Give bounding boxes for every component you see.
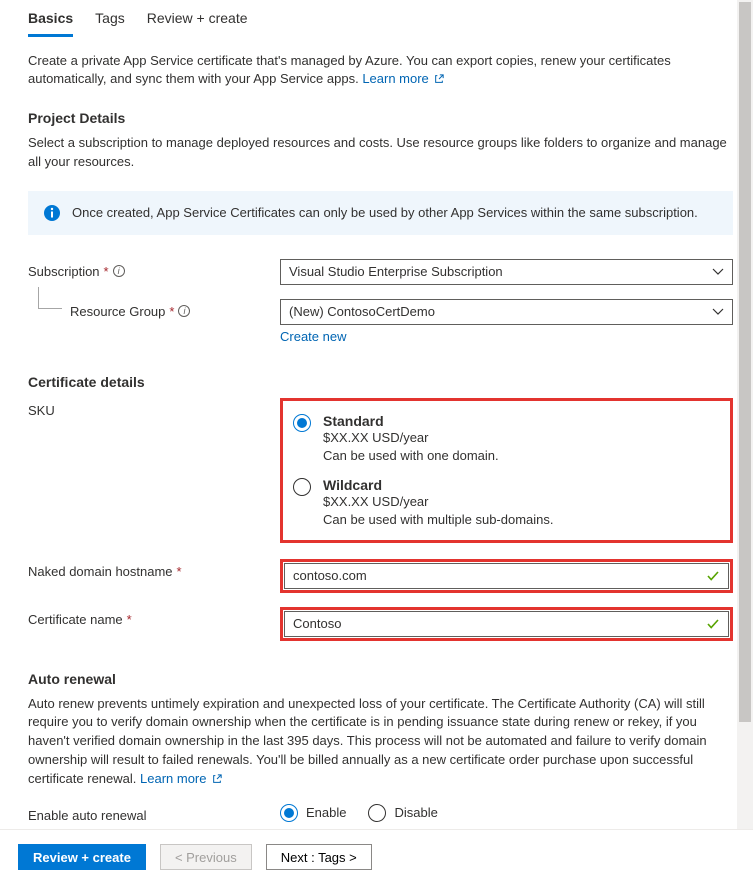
subscription-label-text: Subscription	[28, 264, 100, 279]
hint-icon[interactable]: i	[113, 265, 125, 277]
scrollbar[interactable]	[737, 0, 753, 830]
sku-label: SKU	[28, 398, 280, 418]
auto-enable-option[interactable]: Enable	[280, 803, 346, 822]
certname-highlight: Contoso	[280, 607, 733, 641]
auto-disable-label: Disable	[394, 805, 437, 820]
tab-basics[interactable]: Basics	[28, 4, 73, 37]
sku-radio-group: Standard $XX.XX USD/year Can be used wit…	[280, 398, 733, 543]
hostname-value: contoso.com	[293, 568, 367, 583]
resource-group-select[interactable]: (New) ContosoCertDemo	[280, 299, 733, 325]
auto-enable-radio[interactable]	[280, 804, 298, 822]
previous-button: < Previous	[160, 844, 252, 870]
certname-label: Certificate name *	[28, 607, 280, 627]
auto-disable-radio[interactable]	[368, 804, 386, 822]
hostname-highlight: contoso.com	[280, 559, 733, 593]
hostname-label-text: Naked domain hostname	[28, 564, 173, 579]
intro-body: Create a private App Service certificate…	[28, 53, 671, 86]
next-button[interactable]: Next : Tags >	[266, 844, 372, 870]
hostname-input[interactable]: contoso.com	[284, 563, 729, 589]
required-asterisk: *	[127, 612, 132, 627]
auto-learn-more-label: Learn more	[140, 771, 206, 786]
tree-connector	[38, 287, 62, 309]
sku-wildcard-price: $XX.XX USD/year	[323, 493, 554, 511]
subscription-select[interactable]: Visual Studio Enterprise Subscription	[280, 259, 733, 285]
tab-review-create[interactable]: Review + create	[147, 4, 248, 37]
enable-auto-label: Enable auto renewal	[28, 803, 280, 823]
hint-icon[interactable]: i	[178, 305, 190, 317]
sku-standard-title: Standard	[323, 413, 499, 429]
external-link-icon	[434, 74, 444, 84]
sku-standard-radio[interactable]	[293, 414, 311, 432]
certname-input[interactable]: Contoso	[284, 611, 729, 637]
tabs: Basics Tags Review + create	[28, 4, 733, 38]
certname-label-text: Certificate name	[28, 612, 123, 627]
certname-value: Contoso	[293, 616, 341, 631]
sku-standard-price: $XX.XX USD/year	[323, 429, 499, 447]
review-create-button[interactable]: Review + create	[18, 844, 146, 870]
chevron-down-icon	[712, 268, 724, 276]
tab-tags[interactable]: Tags	[95, 4, 125, 37]
sku-wildcard-desc: Can be used with multiple sub-domains.	[323, 511, 554, 529]
sku-wildcard-title: Wildcard	[323, 477, 554, 493]
chevron-down-icon	[712, 308, 724, 316]
certificate-details-heading: Certificate details	[28, 374, 733, 390]
learn-more-link[interactable]: Learn more	[362, 71, 444, 86]
required-asterisk: *	[169, 304, 174, 319]
resource-group-label: Resource Group * i	[28, 299, 280, 319]
subscription-value: Visual Studio Enterprise Subscription	[289, 264, 503, 279]
auto-enable-label: Enable	[306, 805, 346, 820]
required-asterisk: *	[104, 264, 109, 279]
hostname-label: Naked domain hostname *	[28, 559, 280, 579]
sku-standard-desc: Can be used with one domain.	[323, 447, 499, 465]
required-asterisk: *	[177, 564, 182, 579]
auto-renewal-desc: Auto renew prevents untimely expiration …	[28, 695, 733, 789]
auto-renewal-body: Auto renew prevents untimely expiration …	[28, 696, 707, 786]
auto-disable-option[interactable]: Disable	[368, 803, 437, 822]
check-icon	[706, 569, 720, 583]
footer-actions: Review + create < Previous Next : Tags >	[0, 829, 753, 884]
scrollbar-thumb[interactable]	[739, 2, 751, 722]
learn-more-label: Learn more	[362, 71, 428, 86]
resource-group-value: (New) ContosoCertDemo	[289, 304, 435, 319]
auto-learn-more-link[interactable]: Learn more	[140, 771, 222, 786]
info-text: Once created, App Service Certificates c…	[72, 205, 698, 220]
auto-renewal-heading: Auto renewal	[28, 671, 733, 687]
project-details-desc: Select a subscription to manage deployed…	[28, 134, 733, 170]
subscription-label: Subscription * i	[28, 259, 280, 279]
external-link-icon	[212, 774, 222, 784]
info-icon	[44, 205, 60, 221]
check-icon	[706, 617, 720, 631]
create-new-link[interactable]: Create new	[280, 329, 346, 344]
intro-text: Create a private App Service certificate…	[28, 52, 733, 88]
project-details-heading: Project Details	[28, 110, 733, 126]
info-banner: Once created, App Service Certificates c…	[28, 191, 733, 235]
sku-wildcard-radio[interactable]	[293, 478, 311, 496]
resource-group-label-text: Resource Group	[70, 304, 165, 319]
